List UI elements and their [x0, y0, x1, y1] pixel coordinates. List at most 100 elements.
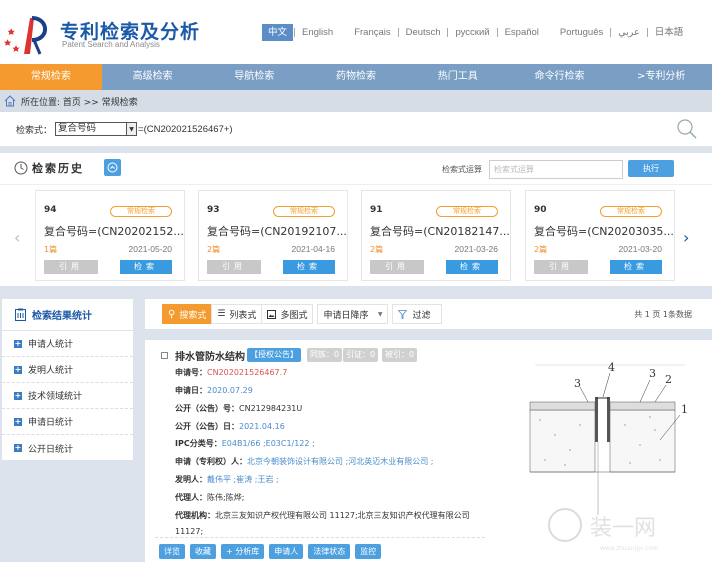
field-app-no: 申请号：CN202021526467.7	[175, 367, 287, 378]
chevron-down-icon[interactable]: ▼	[126, 123, 137, 135]
field-label: IPC分类号：	[175, 439, 222, 448]
stats-header: 检索结果统计	[2, 299, 133, 331]
stats-title: 检索结果统计	[32, 311, 92, 322]
search-row: 检索式： 复合号码 ▼ =(CN202021526467+)	[0, 112, 712, 146]
search-style-icon: ⚲	[168, 308, 176, 320]
stats-item-app-date[interactable]: + 申请日统计	[2, 409, 133, 435]
lang-fr[interactable]: Français	[348, 24, 396, 41]
lang-en[interactable]: English	[296, 24, 339, 41]
stats-item-inventor[interactable]: + 发明人统计	[2, 357, 133, 383]
breadcrumb-text: 所在位置: 首页 >> 常规检索	[21, 97, 138, 108]
lang-de[interactable]: Deutsch	[400, 24, 447, 41]
legal-status-button[interactable]: 法律状态	[308, 544, 351, 559]
main-nav: 常规检索 高级检索 导航检索 药物检索 热门工具 命令行检索 >专利分析	[0, 64, 712, 90]
filter-button[interactable]: 过滤	[392, 304, 443, 324]
card-query: 复合号码=(CN20192107...	[207, 225, 347, 238]
field-value[interactable]: E04B1/66 ;E03C1/122 ;	[222, 439, 315, 448]
card-search-button[interactable]: 检索	[446, 260, 498, 274]
result-count: 共 1 页 1条数据	[634, 309, 692, 319]
result-item: 排水管防水结构 【授权公告】 同族：0 引证：0 被引：0 申请号：CN2020…	[145, 340, 712, 562]
search-icon[interactable]	[676, 118, 698, 140]
history-title: 检索历史	[32, 162, 84, 175]
history-header: 检索历史 检索式运算 检索式运算 执行	[0, 153, 712, 185]
cited-by-badge[interactable]: 被引：0	[382, 348, 418, 362]
view-search-style[interactable]: ⚲ 搜索式	[162, 304, 213, 324]
execute-button[interactable]: 执行	[628, 160, 674, 177]
stats-item-applicant[interactable]: + 申请人统计	[2, 331, 133, 357]
lang-ja[interactable]: 日本語	[649, 24, 690, 41]
detail-button[interactable]: 详览	[159, 544, 185, 559]
chevron-down-icon: ▼	[377, 310, 383, 318]
field-label: 申请（专利权）人：	[175, 457, 247, 466]
collapse-history-button[interactable]	[104, 159, 121, 176]
divider	[294, 28, 296, 37]
lang-zh[interactable]: 中文	[262, 24, 294, 41]
cite-button[interactable]: 引用	[370, 260, 424, 274]
card-number: 91	[370, 205, 383, 215]
stats-item-tech-field[interactable]: + 技术领域统计	[2, 383, 133, 409]
cites-badge[interactable]: 引证：0	[343, 348, 379, 362]
lang-ru[interactable]: русский	[449, 24, 495, 41]
nav-regular-search[interactable]: 常规检索	[0, 64, 102, 90]
family-badge[interactable]: 同族：0	[307, 348, 343, 362]
nav-navigation-search[interactable]: 导航检索	[203, 64, 305, 90]
view-list-style[interactable]: ☰ 列表式	[211, 304, 263, 324]
plus-icon: +	[14, 364, 22, 374]
add-analysis-button[interactable]: + 分析库	[221, 544, 265, 559]
lang-ar[interactable]: عربي	[612, 24, 645, 41]
divider	[155, 537, 485, 538]
results-toolbar: ⚲ 搜索式 ☰ 列表式 多图式 申请日降序 ▼ 过滤 共 1 页 1条数据	[145, 299, 712, 329]
result-title[interactable]: 排水管防水结构	[175, 348, 245, 363]
field-label: 公开（公告）号：	[175, 404, 239, 413]
field-value[interactable]: CN202021526467.7	[207, 368, 287, 377]
plus-icon: +	[14, 443, 22, 452]
card-date: 2021-03-20	[618, 244, 662, 254]
search-expression[interactable]: =(CN202021526467+)	[138, 124, 233, 135]
cite-button[interactable]: 引用	[44, 260, 98, 274]
language-switcher: 中文 English Français Deutsch русский Espa…	[262, 24, 689, 41]
history-card: 90 常规检索 复合号码=(CN20203035... 2篇 2021-03-2…	[525, 190, 675, 281]
result-checkbox[interactable]	[161, 352, 168, 359]
view-image-style[interactable]: 多图式	[261, 304, 314, 324]
sort-select[interactable]: 申请日降序 ▼	[317, 304, 389, 324]
calc-input[interactable]: 检索式运算	[489, 160, 623, 179]
field-label: 代理人：	[175, 493, 207, 502]
chevron-right-icon[interactable]: ›	[683, 228, 689, 247]
cite-button[interactable]: 引用	[534, 260, 588, 274]
divider	[610, 28, 612, 37]
favorite-button[interactable]: 收藏	[190, 544, 216, 559]
field-label: 发明人：	[175, 475, 207, 484]
field-value[interactable]: 戴伟平 ;崔涛 ;王岩 ;	[207, 475, 279, 484]
field-value: 11127;	[175, 527, 204, 536]
cite-button[interactable]: 引用	[207, 260, 261, 274]
card-number: 90	[534, 205, 547, 215]
field-value: 北京三友知识产权代理有限公司 11127;北京三友知识产权代理有限公司	[215, 511, 470, 520]
home-icon[interactable]	[4, 95, 16, 107]
search-field-select[interactable]: 复合号码 ▼	[55, 122, 138, 136]
calc-label: 检索式运算	[442, 165, 482, 174]
field-value: 陈伟;陈烨;	[207, 493, 245, 502]
nav-patent-analysis[interactable]: >专利分析	[610, 64, 712, 90]
field-ipc: IPC分类号：E04B1/66 ;E03C1/122 ;	[175, 438, 315, 449]
nav-hot-tools[interactable]: 热门工具	[407, 64, 509, 90]
applicant-button[interactable]: 申请人	[269, 544, 304, 559]
patent-drawing[interactable]: 1 2 3 3 4 装一网 www.zhuangyi.com	[510, 355, 710, 555]
card-search-button[interactable]: 检索	[610, 260, 662, 274]
view-label: 多图式	[280, 310, 308, 321]
card-search-button[interactable]: 检索	[283, 260, 335, 274]
field-value[interactable]: 北京今朝装饰设计有限公司 ;河北英迈木业有限公司 ;	[247, 457, 433, 466]
history-card: 93 常规检索 复合号码=(CN20192107... 2篇 2021-04-1…	[198, 190, 348, 281]
nav-drug-search[interactable]: 药物检索	[305, 64, 407, 90]
lang-pt[interactable]: Português	[554, 24, 609, 41]
card-tag: 常规检索	[436, 206, 498, 217]
monitor-button[interactable]: 监控	[355, 544, 382, 559]
stats-item-pub-date[interactable]: + 公开日统计	[2, 435, 133, 461]
watermark-url: www.zhuangyi.com	[600, 545, 658, 552]
field-value: CN212984231U	[239, 404, 303, 413]
sort-value: 申请日降序	[323, 310, 369, 321]
chevron-left-icon[interactable]: ‹	[14, 228, 20, 247]
card-search-button[interactable]: 检索	[120, 260, 172, 274]
nav-advanced-search[interactable]: 高级检索	[102, 64, 204, 90]
lang-es[interactable]: Español	[499, 24, 545, 41]
nav-command-search[interactable]: 命令行检索	[509, 64, 611, 90]
